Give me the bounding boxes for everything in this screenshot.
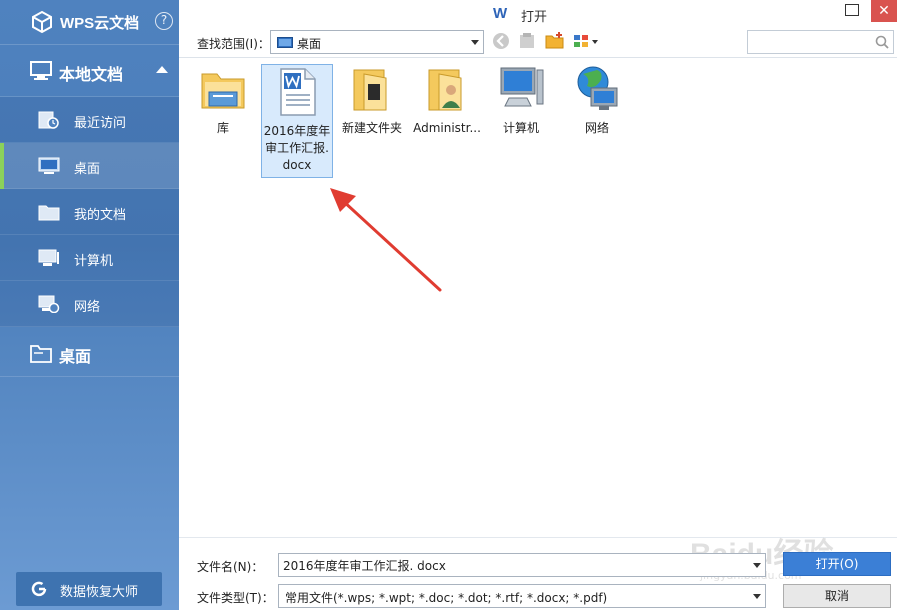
dialog-titlebar: W 打开 ✕ xyxy=(179,0,897,28)
computer-icon xyxy=(38,249,59,266)
collapse-caret-icon[interactable] xyxy=(156,66,168,73)
search-box[interactable] xyxy=(747,30,894,54)
data-recovery-button[interactable]: 数据恢复大师 xyxy=(16,572,162,606)
maximize-button[interactable] xyxy=(845,4,859,16)
sidebar-item-network[interactable]: 网络 xyxy=(0,281,179,327)
new-folder-icon[interactable] xyxy=(545,31,565,51)
folder-outline-icon xyxy=(30,345,52,363)
chevron-down-icon[interactable] xyxy=(471,40,479,45)
annotation-arrow xyxy=(330,188,442,292)
search-input[interactable] xyxy=(752,33,870,51)
local-docs-header[interactable]: 本地文档 xyxy=(0,45,179,97)
file-item-computer[interactable]: 计算机 xyxy=(485,64,557,137)
filetype-select[interactable]: 常用文件(*.wps; *.wpt; *.doc; *.dot; *.rtf; … xyxy=(278,584,766,608)
filename-field[interactable] xyxy=(278,553,766,577)
back-icon[interactable] xyxy=(491,31,511,51)
look-in-combobox[interactable]: 桌面 xyxy=(270,30,484,54)
sidebar: WPS云文档 ? 本地文档 最近访问 桌面 我的文档 计算机 网络 桌面 数据恢… xyxy=(0,0,179,610)
look-in-value: 桌面 xyxy=(297,37,322,51)
recent-clock-icon xyxy=(38,111,59,129)
user-folder-icon xyxy=(428,69,462,111)
sidebar-item-desktop[interactable]: 桌面 xyxy=(0,143,179,189)
file-item-label: 网络 xyxy=(584,121,609,135)
network-globe-icon xyxy=(577,66,618,110)
brand-title: WPS云文档 xyxy=(60,15,140,32)
look-in-label: 查找范围(I)： xyxy=(197,37,270,51)
filename-label: 文件名(N)： xyxy=(197,560,264,574)
chevron-down-icon[interactable] xyxy=(753,594,761,599)
desktop-monitor-icon xyxy=(38,157,60,174)
desktop-monitor-icon xyxy=(277,37,293,48)
filetype-value: 常用文件(*.wps; *.wpt; *.doc; *.dot; *.rtf; … xyxy=(285,591,608,605)
sidebar-item-label: 桌面 xyxy=(74,162,101,177)
dialog-title: 打开 xyxy=(521,10,548,25)
file-item-label: 库 xyxy=(216,121,229,135)
file-item-administrator[interactable]: Administr... xyxy=(411,64,483,137)
recovery-g-icon xyxy=(31,581,47,597)
file-list-view[interactable]: 库 2016年度年审工作汇报.docx 新建文件夹 Administr... 计… xyxy=(179,57,897,537)
up-folder-icon[interactable] xyxy=(518,31,538,51)
wps-writer-icon: W xyxy=(493,5,508,22)
file-item-label: 2016年度年审工作汇报.docx xyxy=(263,124,331,172)
folder-icon xyxy=(353,69,387,111)
file-item-label: 计算机 xyxy=(502,121,539,135)
computer-icon xyxy=(500,67,544,107)
view-menu-icon[interactable] xyxy=(572,31,600,51)
library-folder-icon xyxy=(201,73,245,109)
sidebar-item-my-documents[interactable]: 我的文档 xyxy=(0,189,179,235)
local-docs-label: 本地文档 xyxy=(59,65,124,84)
cancel-button[interactable]: 取消 xyxy=(783,584,891,608)
close-button[interactable]: ✕ xyxy=(871,0,897,22)
sidebar-item-recent[interactable]: 最近访问 xyxy=(0,97,179,143)
sidebar-item-label: 我的文档 xyxy=(74,208,127,223)
file-item-new-folder[interactable]: 新建文件夹 xyxy=(336,64,408,137)
sidebar-item-label: 网络 xyxy=(74,300,101,315)
file-item-document[interactable]: 2016年度年审工作汇报.docx xyxy=(261,64,333,178)
word-document-icon xyxy=(280,68,316,116)
network-icon xyxy=(38,295,60,313)
cloud-cube-icon xyxy=(32,10,52,34)
sidebar-item-label: 最近访问 xyxy=(74,116,127,131)
local-docs-list: 最近访问 桌面 我的文档 计算机 网络 xyxy=(0,97,179,327)
chevron-down-icon[interactable] xyxy=(753,563,761,568)
search-icon[interactable] xyxy=(875,35,889,49)
monitor-icon xyxy=(30,61,52,80)
filetype-label: 文件类型(T)： xyxy=(197,591,274,605)
file-item-label: Administr... xyxy=(413,121,481,135)
filename-input[interactable] xyxy=(283,557,743,573)
file-item-network[interactable]: 网络 xyxy=(561,64,633,137)
brand-row: WPS云文档 ? xyxy=(0,0,179,45)
sidebar-item-computer[interactable]: 计算机 xyxy=(0,235,179,281)
desktop-section-label: 桌面 xyxy=(59,347,92,366)
help-icon[interactable]: ? xyxy=(155,12,173,30)
sidebar-item-label: 计算机 xyxy=(74,254,114,269)
file-item-label: 新建文件夹 xyxy=(341,121,402,135)
desktop-section-header[interactable]: 桌面 xyxy=(0,327,179,377)
file-item-library[interactable]: 库 xyxy=(187,64,259,137)
open-button[interactable]: 打开(O) xyxy=(783,552,891,576)
folder-icon xyxy=(38,205,60,221)
data-recovery-label: 数据恢复大师 xyxy=(60,585,139,600)
